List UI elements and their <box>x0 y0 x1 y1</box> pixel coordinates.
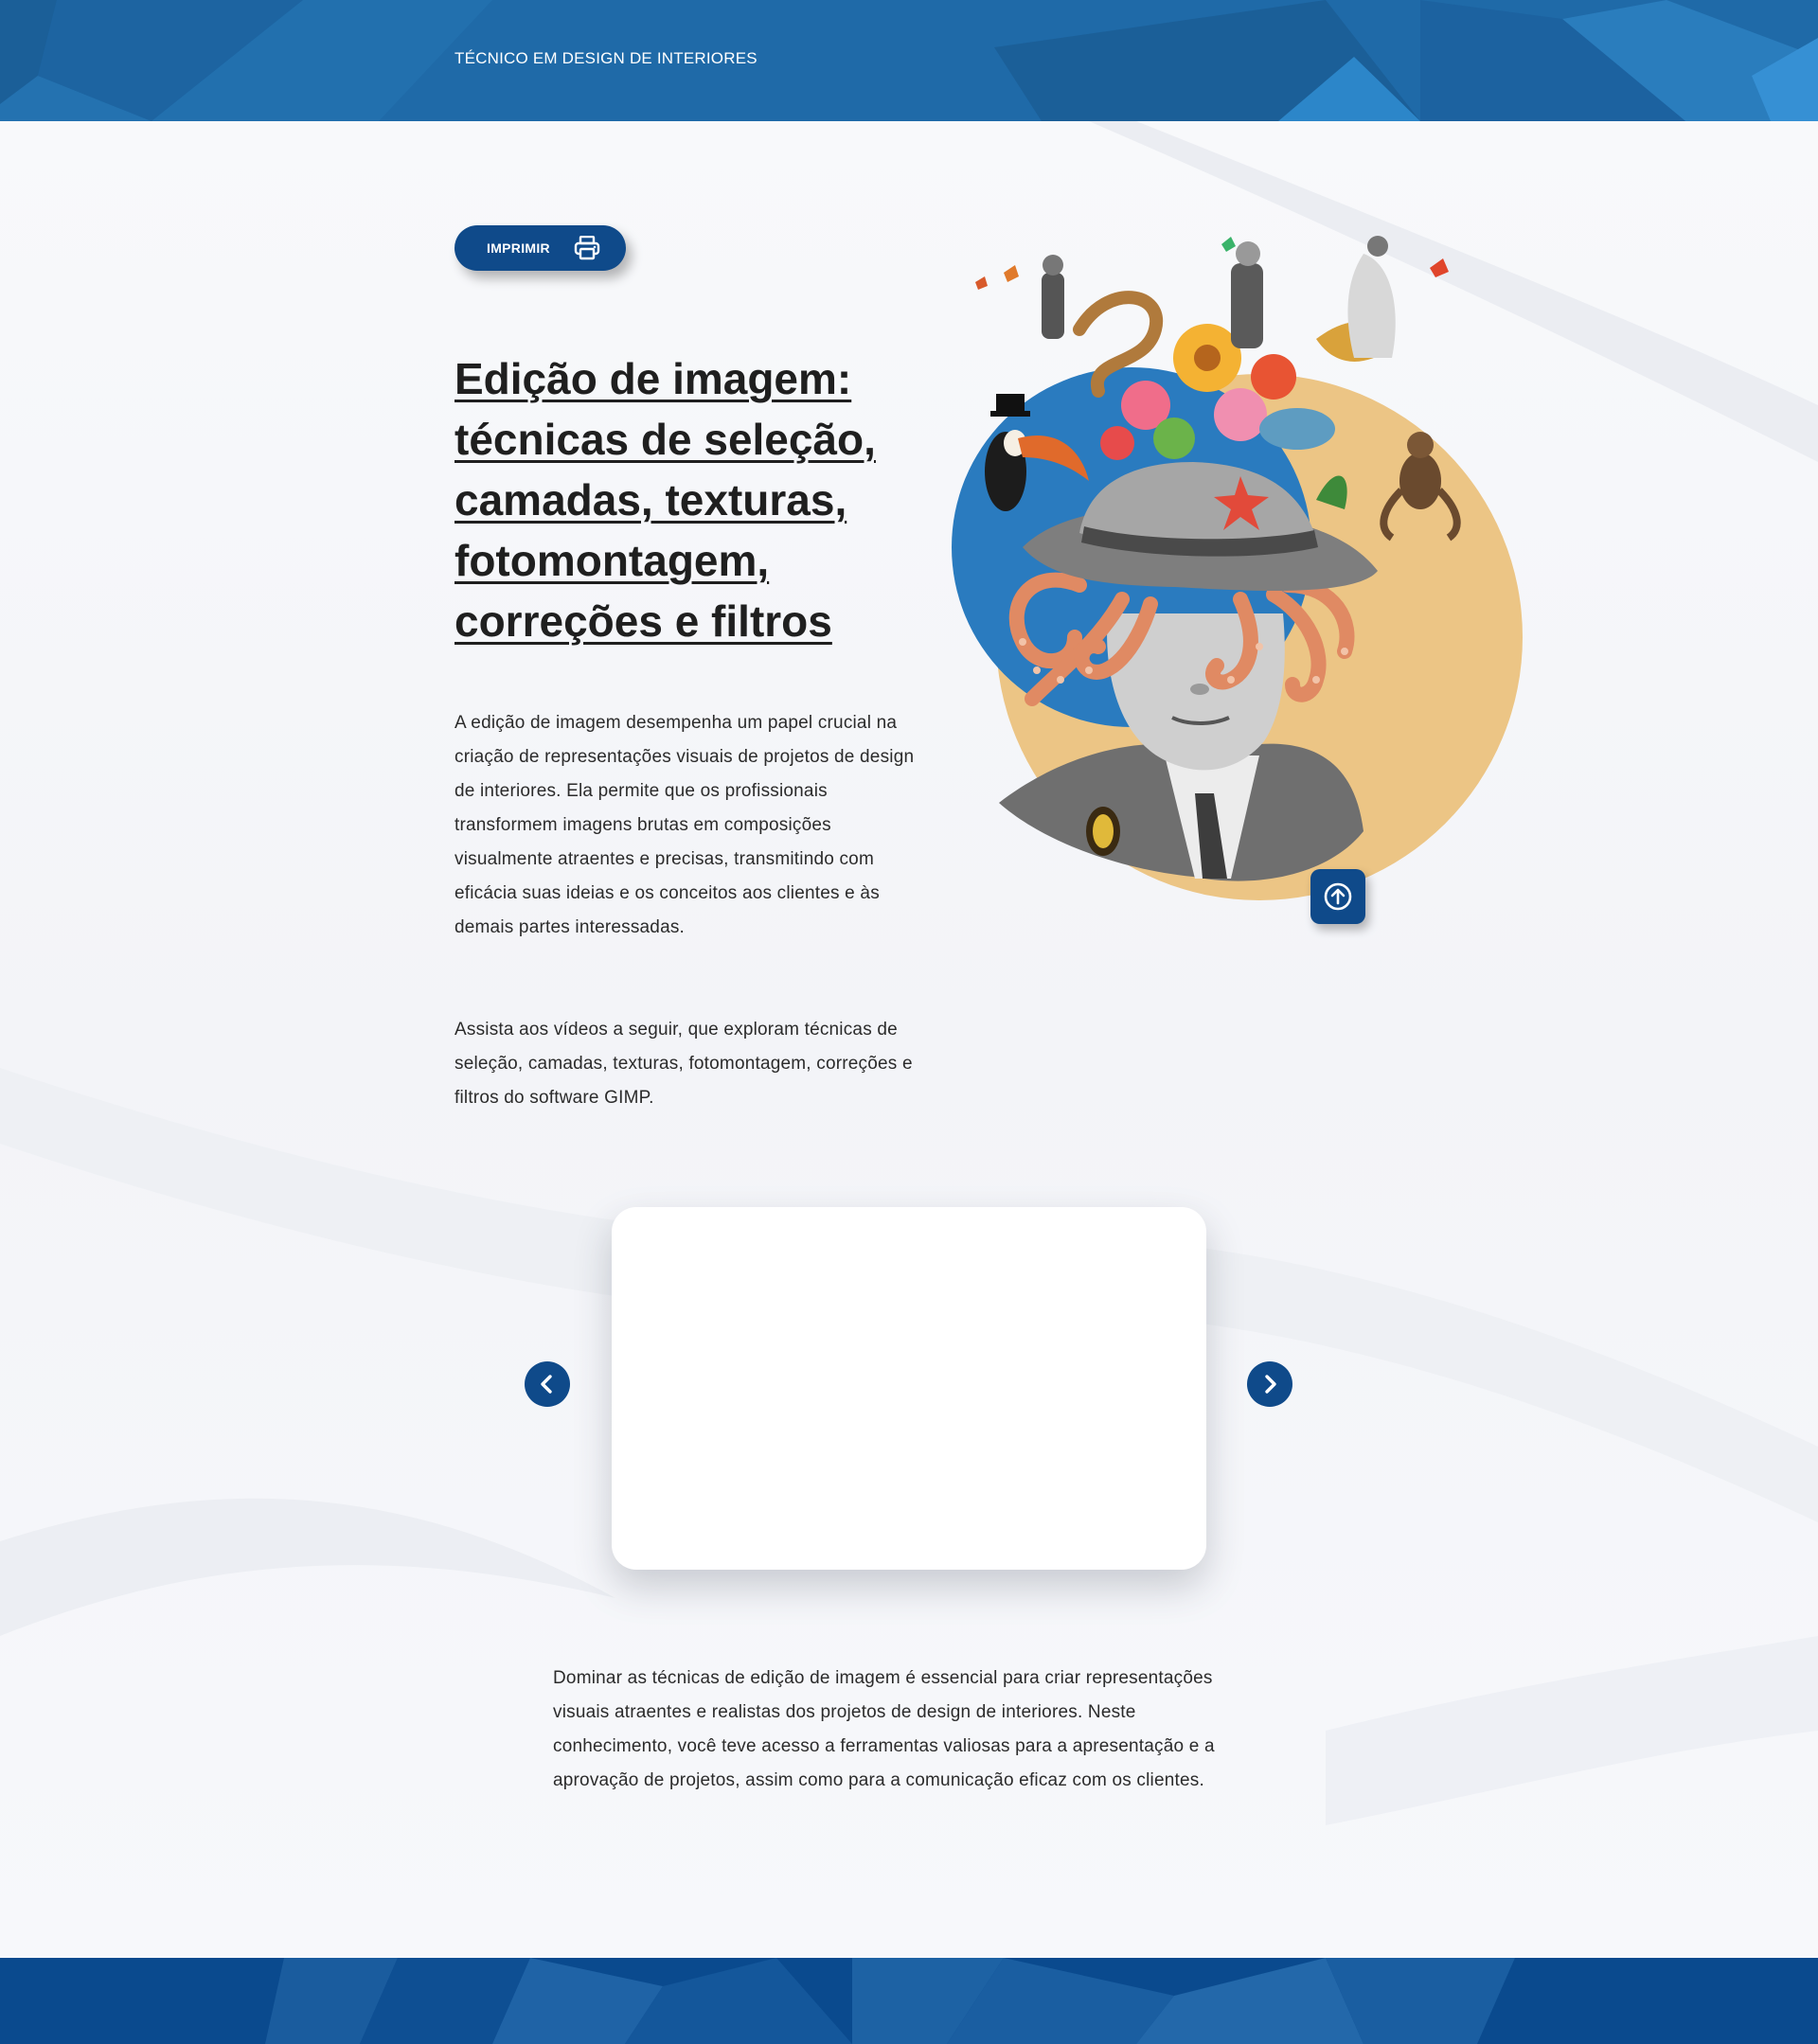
chevron-left-icon <box>541 1375 552 1394</box>
footer <box>0 1958 1818 2044</box>
chevron-right-icon <box>1265 1375 1276 1394</box>
header-pattern <box>0 0 1818 121</box>
carousel-prev-button[interactable] <box>525 1361 570 1407</box>
video-intro-paragraph: Assista aos vídeos a seguir, que explora… <box>454 1020 913 1108</box>
course-title: TÉCNICO EM DESIGN DE INTERIORES <box>454 49 758 67</box>
surreal-collage-illustration <box>952 236 1523 900</box>
footer-pattern <box>265 1958 1515 2044</box>
arrow-up-circle-icon <box>1324 882 1352 911</box>
conclusion-paragraph: Dominar as técnicas de edição de imagem … <box>553 1668 1215 1790</box>
printer-icon <box>574 236 600 260</box>
top-header: TÉCNICO EM DESIGN DE INTERIORES <box>0 0 1818 121</box>
print-button[interactable]: IMPRIMIR <box>454 225 626 271</box>
print-button-label: IMPRIMIR <box>487 240 550 256</box>
video-carousel-slide[interactable] <box>612 1207 1206 1570</box>
page-title: Edição de imagem: técnicas de seleção, c… <box>454 354 876 646</box>
intro-paragraph: A edição de imagem desempenha um papel c… <box>454 713 915 937</box>
carousel-next-button[interactable] <box>1247 1361 1292 1407</box>
scroll-top-button[interactable] <box>1310 869 1365 924</box>
